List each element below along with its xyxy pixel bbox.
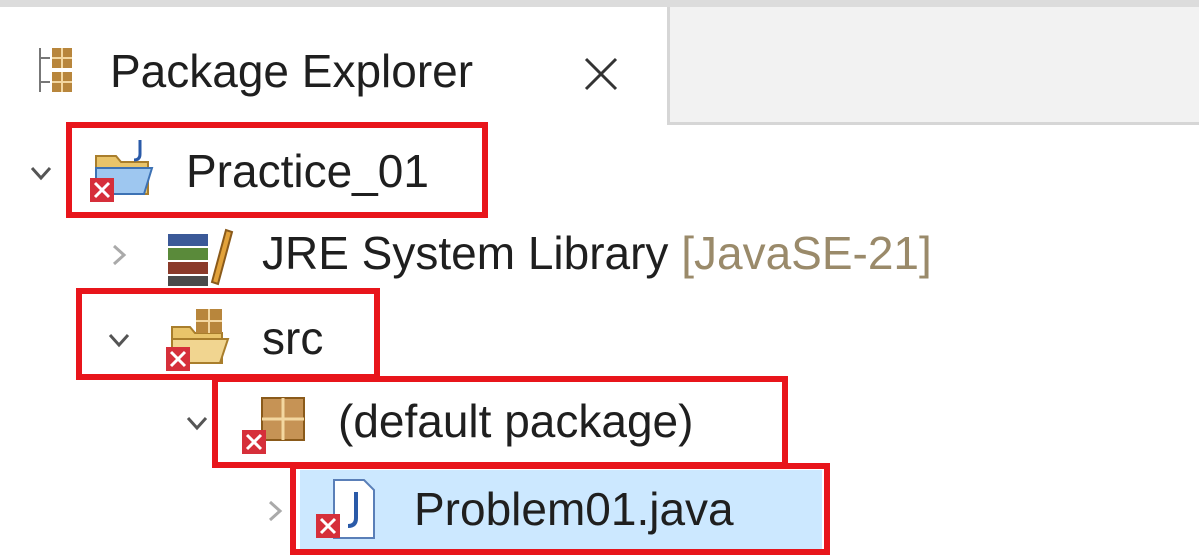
chevron-down-icon[interactable] (28, 160, 54, 186)
jre-library-label: JRE System Library [JavaSE-21] (262, 223, 932, 283)
close-icon[interactable] (580, 53, 622, 95)
jre-library-name: JRE System Library (262, 227, 669, 279)
chevron-down-icon[interactable] (106, 327, 132, 353)
java-file-error-icon (312, 474, 382, 544)
problem01-java-label: Problem01.java (414, 483, 734, 535)
source-folder-error-icon (162, 303, 232, 373)
default-package-label: (default package) (338, 395, 694, 447)
package-error-icon (238, 388, 308, 458)
jre-version-decoration: [JavaSE-21] (681, 227, 932, 279)
project-label: Practice_01 (186, 145, 429, 197)
package-explorer-tab[interactable]: Package Explorer (0, 7, 667, 125)
tree-item-jre-library[interactable]: JRE System Library [JavaSE-21] (0, 212, 1199, 292)
tree-item-src[interactable]: src (0, 297, 1199, 377)
tree-item-default-package[interactable]: (default package) (0, 380, 1199, 460)
tree-item-problem01-java[interactable]: Problem01.java (0, 470, 1199, 550)
src-label: src (262, 312, 324, 364)
chevron-right-icon[interactable] (106, 242, 132, 268)
project-tree: Practice_01 JRE System Library [JavaSE-2… (0, 125, 1199, 557)
tree-item-project[interactable]: Practice_01 (0, 130, 1199, 210)
tab-strip-background (667, 7, 1199, 125)
view-title: Package Explorer (110, 45, 474, 97)
library-icon (164, 220, 234, 290)
top-border (0, 0, 1199, 7)
chevron-down-icon[interactable] (184, 410, 210, 436)
chevron-right-icon[interactable] (262, 498, 288, 524)
package-explorer-icon (36, 46, 76, 94)
java-project-error-icon (86, 136, 156, 206)
